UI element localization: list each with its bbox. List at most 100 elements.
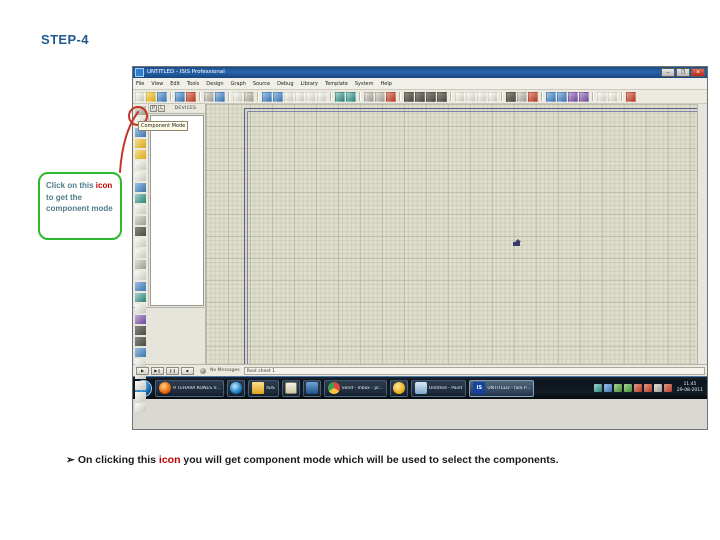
wire-label-icon[interactable] (135, 139, 146, 148)
graph-mode-icon[interactable] (135, 205, 146, 214)
menu-item-system[interactable]: System (355, 81, 374, 87)
zoom-in-icon[interactable] (284, 91, 294, 102)
voltage-probe-icon[interactable] (135, 238, 146, 247)
virtual-instruments-icon[interactable] (135, 260, 146, 269)
menu-item-view[interactable]: View (151, 81, 163, 87)
open-file-icon[interactable] (146, 91, 156, 102)
canvas-vertical-scrollbar[interactable] (697, 104, 707, 364)
arc-tool-icon[interactable] (135, 304, 146, 313)
export-section-icon[interactable] (186, 91, 196, 102)
circle-tool-icon[interactable] (135, 293, 146, 302)
taskbar-button-yellow-app[interactable] (389, 379, 408, 397)
close-button[interactable]: ✕ (691, 68, 705, 77)
print-icon[interactable] (204, 91, 214, 102)
menu-item-tools[interactable]: Tools (187, 81, 199, 87)
menu-item-debug[interactable]: Debug (277, 81, 293, 87)
minimize-button[interactable]: – (661, 68, 675, 77)
print-area-icon[interactable] (215, 91, 225, 102)
simulation-pause-button[interactable]: ❙❙ (166, 366, 179, 375)
shield-icon[interactable] (613, 384, 622, 392)
box-tool-icon[interactable] (135, 282, 146, 291)
save-file-icon[interactable] (157, 91, 167, 102)
taskbar-button-chrome[interactable]: Send - Inbox - pr... (323, 379, 387, 397)
menu-item-library[interactable]: Library (301, 81, 318, 87)
menu-item-help[interactable]: Help (380, 81, 391, 87)
menu-item-edit[interactable]: Edit (170, 81, 180, 87)
menu-item-source[interactable]: Source (253, 81, 270, 87)
menu-item-graph[interactable]: Graph (231, 81, 246, 87)
pick-from-libraries-button[interactable]: P (150, 105, 157, 112)
import-section-icon[interactable] (175, 91, 185, 102)
block-delete-icon[interactable] (437, 91, 447, 102)
exit-sheet-icon[interactable] (579, 91, 589, 102)
remove-sheet-icon[interactable] (568, 91, 578, 102)
taskbar-button-download[interactable] (302, 379, 321, 397)
maximize-button[interactable]: ❐ (676, 68, 690, 77)
terminals-mode-icon[interactable] (135, 183, 146, 192)
make-device-icon[interactable] (466, 91, 476, 102)
simulation-step-button[interactable]: ▶❙ (151, 366, 164, 375)
text-script-icon[interactable] (135, 150, 146, 159)
zoom-out-icon[interactable] (295, 91, 305, 102)
wire-autorouter-icon[interactable] (506, 91, 516, 102)
taskbar-button-firefox[interactable]: 9 TEHARA KONES V... (155, 379, 225, 397)
redo-icon[interactable] (346, 91, 356, 102)
search-tag-icon[interactable] (517, 91, 527, 102)
block-copy-icon[interactable] (404, 91, 414, 102)
library-manager-button[interactable]: L (158, 105, 165, 112)
network-icon[interactable] (593, 384, 602, 392)
pick-device-icon[interactable] (455, 91, 465, 102)
refresh-icon[interactable] (233, 91, 243, 102)
subcircuit-icon[interactable] (135, 172, 146, 181)
cursor-center-icon[interactable] (273, 91, 283, 102)
taskbar-button-isis[interactable]: IS UNTITLED - ISIS P... (469, 379, 535, 397)
cut-icon[interactable] (364, 91, 374, 102)
schematic-canvas[interactable] (206, 104, 707, 364)
marker-tool-icon[interactable] (135, 348, 146, 357)
packaging-tool-icon[interactable] (477, 91, 487, 102)
device-pins-icon[interactable] (135, 194, 146, 203)
object-selector-list[interactable] (150, 115, 204, 306)
buses-icon[interactable] (135, 161, 146, 170)
taskbar-clock[interactable]: 11:45 29-08-2011 (674, 382, 703, 394)
netlist-transfer-icon[interactable] (626, 91, 636, 102)
grid-icon[interactable] (244, 91, 254, 102)
current-probe-icon[interactable] (135, 249, 146, 258)
mirror-y-icon[interactable] (135, 403, 146, 412)
sync-icon[interactable] (653, 384, 662, 392)
symbol-tool-icon[interactable] (135, 337, 146, 346)
bill-of-materials-icon[interactable] (597, 91, 607, 102)
property-assign-icon[interactable] (528, 91, 538, 102)
new-sheet-icon[interactable] (557, 91, 567, 102)
design-explorer-icon[interactable] (546, 91, 556, 102)
menu-item-template[interactable]: Template (325, 81, 348, 87)
tape-recorder-icon[interactable] (135, 216, 146, 225)
taskbar-button-paint[interactable]: Untitled - Paint (410, 379, 467, 397)
simulation-stop-button[interactable]: ■ (181, 366, 194, 375)
origin-icon[interactable] (262, 91, 272, 102)
block-rotate-icon[interactable] (426, 91, 436, 102)
update-icon[interactable] (643, 384, 652, 392)
taskbar-button-folder[interactable]: ISIS (248, 379, 279, 397)
antivirus-icon[interactable] (633, 384, 642, 392)
zoom-all-icon[interactable] (306, 91, 316, 102)
messages-indicator-icon[interactable] (200, 367, 206, 374)
taskbar-button-notepad[interactable] (281, 379, 300, 397)
new-file-icon[interactable] (135, 91, 145, 102)
path-tool-icon[interactable] (135, 315, 146, 324)
generator-mode-icon[interactable] (135, 227, 146, 236)
undo-icon[interactable] (335, 91, 345, 102)
menu-item-file[interactable]: File (136, 81, 144, 87)
power-icon[interactable] (663, 384, 672, 392)
line-tool-icon[interactable] (135, 271, 146, 280)
simulation-play-button[interactable]: ▶ (136, 366, 149, 375)
paste-icon[interactable] (386, 91, 396, 102)
text-tool-icon[interactable] (135, 326, 146, 335)
taskbar-button-internet-explorer[interactable] (227, 379, 246, 397)
usb-icon[interactable] (623, 384, 632, 392)
zoom-area-icon[interactable] (317, 91, 327, 102)
volume-icon[interactable] (603, 384, 612, 392)
mirror-x-icon[interactable] (135, 392, 146, 401)
copy-icon[interactable] (375, 91, 385, 102)
menu-item-design[interactable]: Design (206, 81, 223, 87)
